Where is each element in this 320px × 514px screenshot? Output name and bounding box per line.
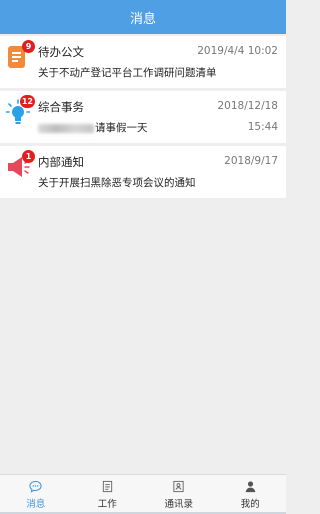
- message-subtitle: 请事假一天: [38, 120, 148, 135]
- tab-messages[interactable]: 消息: [0, 475, 72, 514]
- unread-badge: 12: [19, 95, 35, 108]
- message-item-notices[interactable]: 1 内部通知 2018/9/17 关于开展扫黑除恶专项会议的通知: [0, 146, 286, 198]
- lightbulb-icon: 12: [5, 95, 35, 127]
- message-date: 2018/9/17: [224, 155, 278, 167]
- redacted-name: [38, 123, 94, 133]
- message-title: 内部通知: [38, 155, 84, 169]
- megaphone-icon: 1: [6, 150, 35, 182]
- tab-contacts[interactable]: 通讯录: [143, 475, 215, 514]
- person-icon: [245, 480, 256, 492]
- bottom-tab-bar: 消息 工作 通讯录 我的: [0, 474, 286, 514]
- tab-work[interactable]: 工作: [72, 475, 144, 514]
- chat-icon: [29, 480, 42, 493]
- message-subtitle: 关于开展扫黑除恶专项会议的通知: [38, 177, 196, 189]
- message-title: 综合事务: [38, 100, 84, 114]
- contacts-icon: [173, 480, 184, 492]
- tab-me[interactable]: 我的: [215, 475, 287, 514]
- page-title: 消息: [129, 11, 156, 27]
- message-date: 2019/4/4 10:02: [197, 45, 278, 57]
- message-subtitle: 关于不动产登记平台工作调研问题清单: [38, 67, 217, 79]
- unread-badge: 1: [22, 150, 35, 163]
- message-title: 待办公文: [38, 45, 84, 59]
- app-header: 消息: [0, 0, 286, 34]
- message-list: 9 待办公文 2019/4/4 10:02 关于不动产登记平台工作调研问题清单 …: [0, 34, 286, 198]
- unread-badge: 9: [22, 40, 35, 53]
- message-date: 2018/12/18: [217, 100, 278, 112]
- message-time: 15:44: [247, 121, 278, 133]
- message-item-affairs[interactable]: 12 综合事务 2018/12/18 15:44 请事假一天: [0, 91, 286, 143]
- tab-label: 通讯录: [164, 498, 193, 510]
- document-icon: 9: [6, 40, 35, 72]
- tab-label: 工作: [97, 498, 117, 510]
- clipboard-icon: [102, 480, 112, 492]
- message-item-documents[interactable]: 9 待办公文 2019/4/4 10:02 关于不动产登记平台工作调研问题清单: [0, 36, 286, 88]
- tab-label: 消息: [26, 498, 46, 510]
- message-subtitle-text: 请事假一天: [95, 122, 148, 134]
- tab-label: 我的: [240, 498, 260, 510]
